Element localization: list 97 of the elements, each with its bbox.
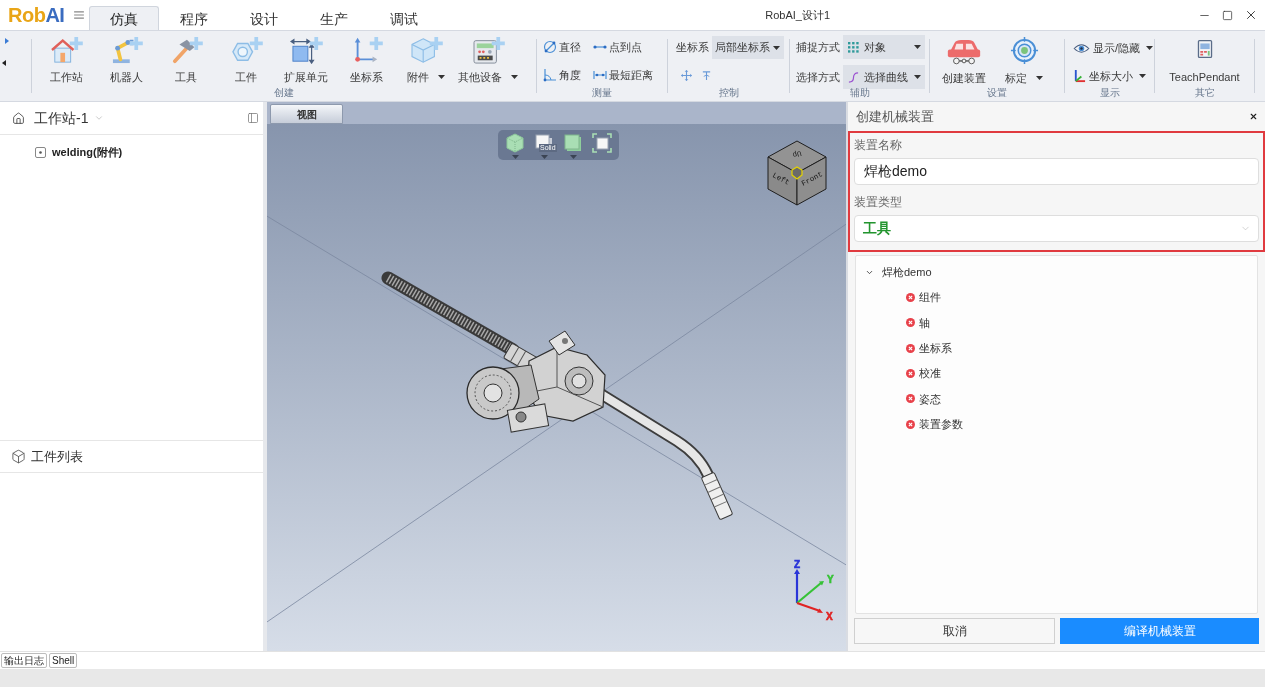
window-title: RobAI_设计1 [765, 7, 831, 23]
ribbon-group-label: 其它 [1194, 87, 1215, 100]
field-label: 装置类型 [854, 194, 903, 210]
app-logo: RobAI [8, 5, 65, 25]
tree-node[interactable]: 校准 [919, 365, 941, 382]
ribbon-button[interactable]: 机器人 [96, 31, 156, 87]
measure-tool[interactable]: 最短距离 [593, 68, 667, 82]
cancel-button[interactable]: 取消 [854, 618, 1055, 644]
angle-icon [543, 68, 557, 82]
ribbon-group-label: 显示 [1099, 87, 1120, 100]
error-icon [906, 369, 915, 379]
tree-node[interactable]: 装置参数 [919, 415, 963, 433]
axis-triad [794, 569, 824, 613]
coordinate-dropdown[interactable]: 局部坐标系 [712, 36, 784, 59]
caret-icon [914, 45, 921, 49]
tree-node[interactable]: 焊枪demo [882, 264, 932, 281]
ribbon-button[interactable]: 工件 [216, 31, 276, 87]
close-icon[interactable] [1244, 8, 1258, 22]
tree-node[interactable]: 姿态 [919, 390, 941, 408]
shaded-cube-icon [505, 133, 525, 153]
tree-node[interactable]: 坐标系 [919, 340, 952, 357]
cube-plus-icon [409, 36, 443, 64]
view-mode-button[interactable] [563, 133, 583, 159]
curve-icon [848, 71, 859, 83]
ribbon-button[interactable]: 标定 [994, 31, 1054, 87]
view-mode-button[interactable] [592, 133, 612, 153]
ribbon-button[interactable]: 扩展单元 [276, 31, 336, 87]
resize-box-plus-icon [289, 36, 323, 64]
ribbon-tab[interactable]: 仿真 [89, 6, 160, 30]
field-label: 捕捉方式 [796, 39, 840, 55]
ribbon-group-label: 设置 [987, 87, 1007, 100]
ribbon-group-label: 创建 [274, 87, 294, 100]
house-plus-icon [49, 36, 83, 64]
bottom-tab[interactable]: 输出日志 [1, 653, 47, 668]
workpiece-list-title: 工件列表 [31, 447, 83, 466]
axis-label: Y [827, 574, 834, 585]
measure-tool[interactable]: 直径 [543, 40, 593, 54]
ribbon-button[interactable]: 其他设备 [456, 31, 520, 87]
field-label: 装置名称 [854, 137, 903, 153]
error-icon [906, 419, 915, 429]
home-icon [12, 111, 25, 125]
axis-label: X [826, 611, 833, 622]
maximize-icon[interactable] [1222, 9, 1233, 21]
panel-toggle-icon[interactable] [247, 112, 259, 124]
mode-dropdown[interactable]: 选择曲线 [843, 65, 925, 89]
ribbon-button[interactable]: 创建装置 [934, 31, 994, 87]
move-arrows-icon[interactable] [681, 70, 692, 81]
ribbon-button[interactable]: 工作站 [36, 31, 96, 87]
ribbon-group-label: 控制 [718, 87, 739, 100]
workstation-title: 工作站-1 [34, 108, 89, 128]
device-name-input[interactable]: 焊枪demo [854, 158, 1259, 185]
mode-dropdown[interactable]: 对象 [843, 35, 925, 59]
ribbon-button[interactable]: TeachPendant [1167, 31, 1242, 87]
view-tab[interactable]: 视图 [270, 104, 343, 124]
diameter-icon [543, 40, 557, 54]
error-icon [906, 293, 915, 303]
bottom-tab[interactable]: Shell [49, 653, 78, 668]
tree-item[interactable]: welding(附件) [52, 144, 123, 161]
device-type-select[interactable]: 工具 [854, 215, 1259, 242]
axes-icon [1073, 68, 1086, 84]
ribbon-button[interactable]: 工具 [156, 31, 216, 87]
error-icon [906, 394, 915, 404]
panel-title: 创建机械装置 [856, 107, 934, 126]
tree-node[interactable]: 组件 [919, 289, 941, 306]
field-label: 坐标系 [676, 40, 709, 56]
ribbon-button[interactable]: 附件 [396, 31, 456, 87]
caret-icon [914, 75, 921, 79]
rotate-axis-icon[interactable] [701, 70, 712, 81]
view-cube[interactable] [767, 140, 827, 206]
tree-node[interactable]: 轴 [919, 314, 930, 332]
error-icon [906, 343, 915, 353]
expand-arrow-icon[interactable] [5, 38, 9, 44]
control-panel-plus-icon [471, 36, 505, 64]
eye-icon [1073, 42, 1090, 54]
hex-nut-plus-icon [229, 36, 263, 64]
distance-icon [593, 68, 607, 82]
grid-dots-icon [848, 41, 859, 53]
ribbon-group-label: 测量 [592, 87, 612, 100]
caret-icon [773, 45, 780, 50]
view-mode-button[interactable] [505, 133, 525, 159]
display-option[interactable]: 坐标大小 [1073, 68, 1154, 84]
error-icon [906, 318, 915, 328]
target-icon [1009, 36, 1039, 65]
measure-tool[interactable]: 点到点 [593, 40, 667, 54]
ribbon-group-label: 辅助 [849, 87, 870, 100]
filled-box-icon [563, 133, 583, 153]
cube-icon [11, 449, 26, 464]
display-option[interactable]: 显示/隐藏 [1073, 40, 1154, 56]
ribbon-button[interactable]: 坐标系 [336, 31, 396, 87]
measure-tool[interactable]: 角度 [543, 68, 593, 82]
chevron-down-icon[interactable] [865, 268, 874, 277]
collapse-arrow-icon[interactable] [2, 60, 6, 66]
component-icon [35, 146, 46, 158]
fit-view-icon [592, 133, 612, 153]
close-icon[interactable] [1249, 112, 1258, 121]
field-label: 选择方式 [796, 69, 840, 85]
axis-label: Z [793, 559, 801, 570]
